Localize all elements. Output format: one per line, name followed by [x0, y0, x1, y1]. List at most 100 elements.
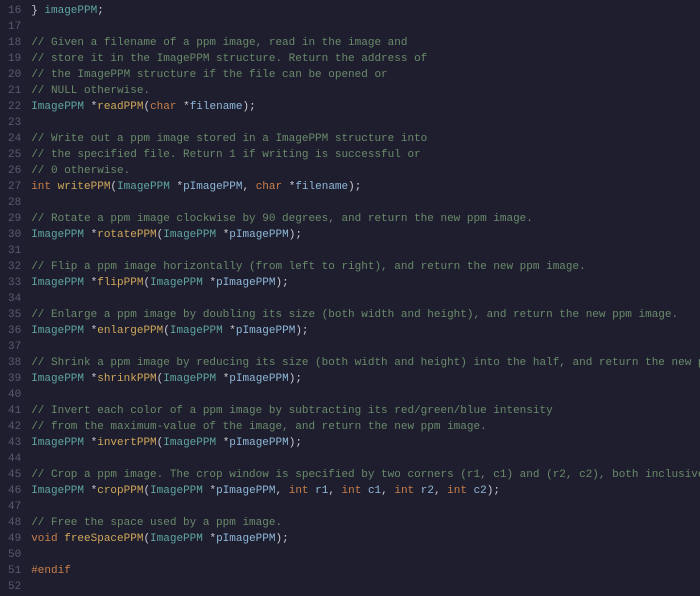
token-keyword: int — [342, 485, 368, 497]
code-line[interactable]: ImagePPM *shrinkPPM(ImagePPM *pImagePPM)… — [31, 372, 700, 388]
code-line[interactable]: // Enlarge a ppm image by doubling its s… — [31, 308, 700, 324]
token-keyword: char — [256, 181, 289, 193]
code-line[interactable] — [31, 452, 700, 468]
token-func: cropPPM — [97, 485, 143, 497]
line-number: 32 — [8, 260, 21, 276]
token-type: ImagePPM — [31, 325, 90, 337]
line-number: 17 — [8, 20, 21, 36]
code-line[interactable]: ImagePPM *flipPPM(ImagePPM *pImagePPM); — [31, 276, 700, 292]
code-line[interactable]: ImagePPM *readPPM(char *filename); — [31, 100, 700, 116]
token-type: ImagePPM — [150, 533, 209, 545]
token-punct: , — [276, 485, 289, 497]
token-keyword: int — [394, 485, 420, 497]
token-punct: ( — [163, 325, 170, 337]
token-comment: // the specified file. Return 1 if writi… — [31, 149, 420, 161]
token-func: readPPM — [97, 101, 143, 113]
code-line[interactable]: ImagePPM *enlargePPM(ImagePPM *pImagePPM… — [31, 324, 700, 340]
token-param: c2 — [474, 485, 487, 497]
code-line[interactable]: // Shrink a ppm image by reducing its si… — [31, 356, 700, 372]
code-line[interactable] — [31, 244, 700, 260]
line-number: 51 — [8, 564, 21, 580]
code-line[interactable]: // Invert each color of a ppm image by s… — [31, 404, 700, 420]
line-number: 25 — [8, 148, 21, 164]
code-line[interactable]: // Given a filename of a ppm image, read… — [31, 36, 700, 52]
code-line[interactable] — [31, 340, 700, 356]
line-number: 24 — [8, 132, 21, 148]
token-keyword: int — [447, 485, 473, 497]
code-line[interactable]: // Rotate a ppm image clockwise by 90 de… — [31, 212, 700, 228]
token-comment: // NULL otherwise. — [31, 85, 150, 97]
code-line[interactable]: // Free the space used by a ppm image. — [31, 516, 700, 532]
line-number-gutter: 1617181920212223242526272829303132333435… — [0, 0, 31, 539]
code-line[interactable]: // Flip a ppm image horizontally (from l… — [31, 260, 700, 276]
line-number: 20 — [8, 68, 21, 84]
token-func: shrinkPPM — [97, 373, 156, 385]
token-punct: ); — [289, 229, 302, 241]
line-number: 29 — [8, 212, 21, 228]
code-line[interactable]: } imagePPM; — [31, 4, 700, 20]
line-number: 46 — [8, 484, 21, 500]
line-number: 23 — [8, 116, 21, 132]
token-param: c1 — [368, 485, 381, 497]
code-line[interactable] — [31, 196, 700, 212]
code-line[interactable] — [31, 116, 700, 132]
token-punct: ); — [289, 437, 302, 449]
code-line[interactable]: #endif — [31, 564, 700, 580]
line-number: 45 — [8, 468, 21, 484]
token-type: ImagePPM — [31, 437, 90, 449]
token-punct: * — [183, 101, 190, 113]
code-line[interactable]: // 0 otherwise. — [31, 164, 700, 180]
token-comment: // Crop a ppm image. The crop window is … — [31, 469, 700, 481]
line-number: 33 — [8, 276, 21, 292]
token-type: ImagePPM — [31, 229, 90, 241]
code-line[interactable] — [31, 388, 700, 404]
token-type: ImagePPM — [117, 181, 176, 193]
token-punct: * — [229, 325, 236, 337]
code-line[interactable] — [31, 20, 700, 36]
code-line[interactable]: int writePPM(ImagePPM *pImagePPM, char *… — [31, 180, 700, 196]
line-number: 43 — [8, 436, 21, 452]
line-number: 44 — [8, 452, 21, 468]
token-param: pImagePPM — [229, 373, 288, 385]
token-punct: , — [242, 181, 255, 193]
token-punct: , — [381, 485, 394, 497]
code-line[interactable]: // NULL otherwise. — [31, 84, 700, 100]
code-line[interactable] — [31, 500, 700, 516]
code-line[interactable]: void freeSpacePPM(ImagePPM *pImagePPM); — [31, 532, 700, 548]
token-type: ImagePPM — [31, 101, 90, 113]
token-keyword: int — [289, 485, 315, 497]
code-line[interactable]: // store it in the ImagePPM structure. R… — [31, 52, 700, 68]
token-type: ImagePPM — [163, 229, 222, 241]
code-line[interactable]: ImagePPM *invertPPM(ImagePPM *pImagePPM)… — [31, 436, 700, 452]
token-comment: // Enlarge a ppm image by doubling its s… — [31, 309, 678, 321]
token-comment: // store it in the ImagePPM structure. R… — [31, 53, 427, 65]
line-number: 27 — [8, 180, 21, 196]
token-param: r2 — [421, 485, 434, 497]
code-line[interactable]: // from the maximum-value of the image, … — [31, 420, 700, 436]
token-type: ImagePPM — [170, 325, 229, 337]
token-punct: , — [434, 485, 447, 497]
line-number: 39 — [8, 372, 21, 388]
code-line[interactable] — [31, 580, 700, 596]
token-param: pImagePPM — [216, 533, 275, 545]
token-param: r1 — [315, 485, 328, 497]
code-line[interactable]: // the specified file. Return 1 if writi… — [31, 148, 700, 164]
code-editor-area[interactable]: } imagePPM; // Given a filename of a ppm… — [31, 0, 700, 539]
line-number: 18 — [8, 36, 21, 52]
code-line[interactable]: // the ImagePPM structure if the file ca… — [31, 68, 700, 84]
code-line[interactable] — [31, 548, 700, 564]
token-keyword: void — [31, 533, 64, 545]
code-line[interactable]: // Crop a ppm image. The crop window is … — [31, 468, 700, 484]
token-comment: // Flip a ppm image horizontally (from l… — [31, 261, 586, 273]
code-line[interactable]: // Write out a ppm image stored in a Ima… — [31, 132, 700, 148]
token-func: writePPM — [58, 181, 111, 193]
code-line[interactable]: ImagePPM *rotatePPM(ImagePPM *pImagePPM)… — [31, 228, 700, 244]
token-func: invertPPM — [97, 437, 156, 449]
line-number: 16 — [8, 4, 21, 20]
token-comment: // Free the space used by a ppm image. — [31, 517, 282, 529]
token-punct: ); — [276, 533, 289, 545]
code-line[interactable] — [31, 292, 700, 308]
token-keyword: char — [150, 101, 183, 113]
code-line[interactable]: ImagePPM *cropPPM(ImagePPM *pImagePPM, i… — [31, 484, 700, 500]
line-number: 35 — [8, 308, 21, 324]
